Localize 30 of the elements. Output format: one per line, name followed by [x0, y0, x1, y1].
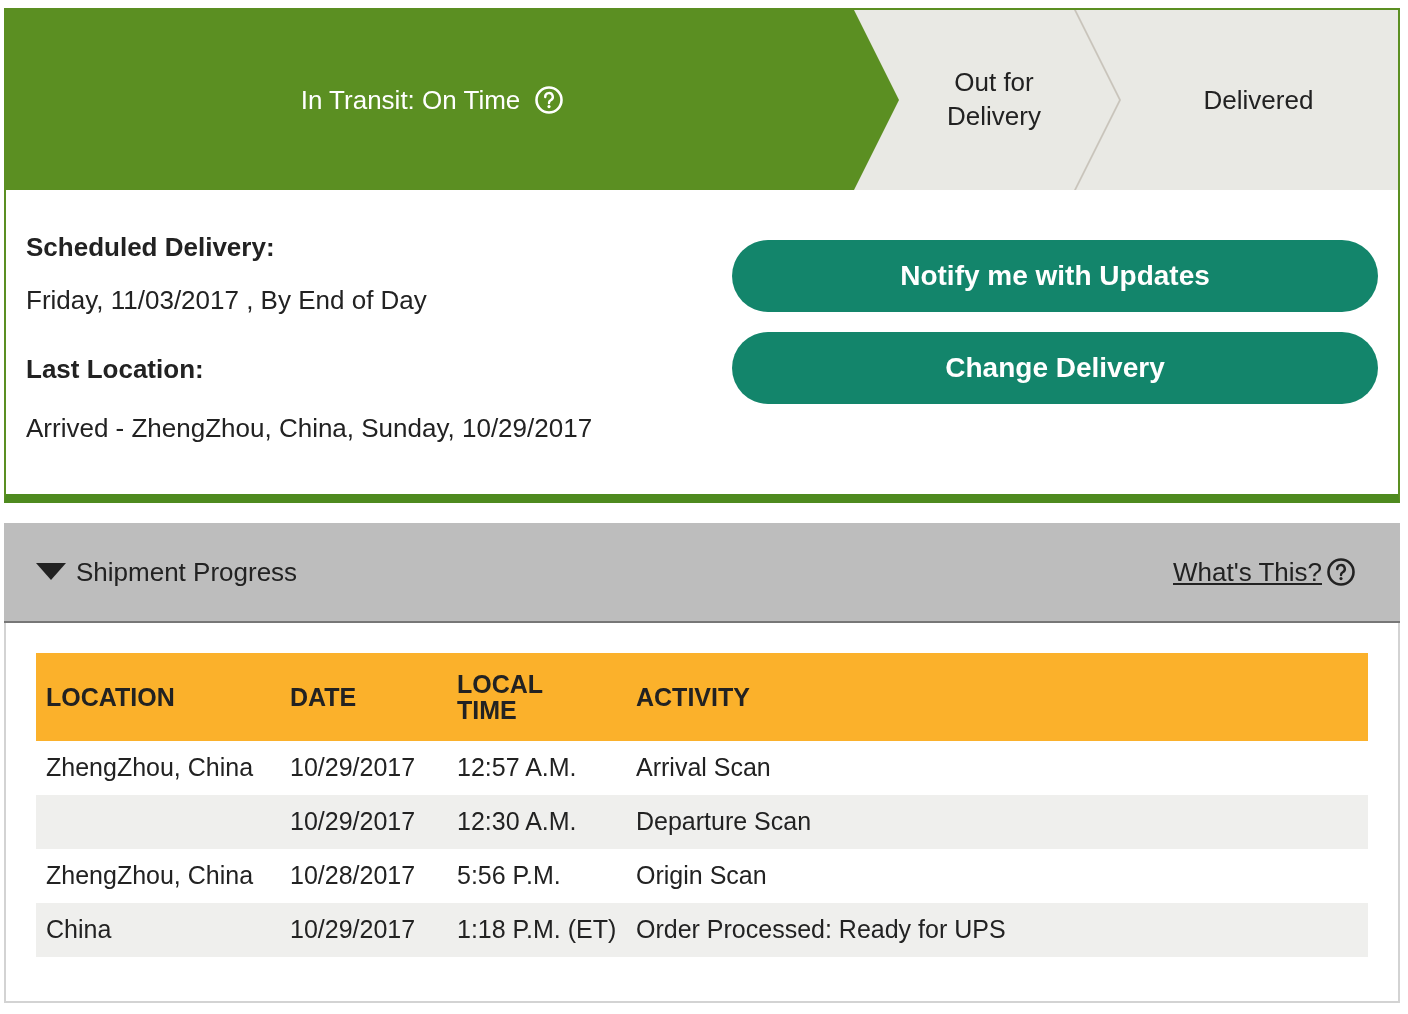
table-cell: Departure Scan [626, 795, 1368, 849]
table-cell: 10/29/2017 [280, 903, 447, 957]
table-cell: 12:30 A.M. [447, 795, 626, 849]
table-cell: ZhengZhou, China [36, 849, 280, 903]
table-cell: 10/29/2017 [280, 741, 447, 795]
table-cell: ZhengZhou, China [36, 741, 280, 795]
table-cell: 10/29/2017 [280, 795, 447, 849]
table-cell: 1:18 P.M. (ET) [447, 903, 626, 957]
info-value: Arrived - ZhengZhou, China, Sunday, 10/29/2017 [26, 412, 594, 445]
info-label: Scheduled Delivery: [26, 231, 276, 264]
info-value: Friday, 11/03/2017 , By End of Day [26, 284, 428, 317]
progress-step: In Transit: On Time [6, 10, 899, 190]
table-cell: Arrival Scan [626, 741, 1368, 795]
section-title[interactable]: Shipment Progress [76, 552, 298, 592]
column-header: ACTIVITY [626, 653, 1368, 741]
table-cell: 10/28/2017 [280, 849, 447, 903]
column-header: DATE [280, 653, 447, 741]
pill-button[interactable]: Notify me with Updates [732, 240, 1378, 312]
help-link[interactable]: What's This? [1173, 552, 1322, 592]
caret-icon[interactable] [36, 563, 66, 581]
column-header: LOCATION [36, 653, 280, 741]
info-label: Last Location: [26, 353, 205, 386]
table-cell: Order Processed: Ready for UPS [626, 903, 1368, 957]
table-cell: China [36, 903, 280, 957]
help-icon[interactable] [1326, 557, 1356, 587]
table-cell: Origin Scan [626, 849, 1368, 903]
table-cell: 5:56 P.M. [447, 849, 626, 903]
column-header: LOCAL TIME [447, 653, 626, 741]
pill-button[interactable]: Change Delivery [732, 332, 1378, 404]
table-cell: 12:57 A.M. [447, 741, 626, 795]
